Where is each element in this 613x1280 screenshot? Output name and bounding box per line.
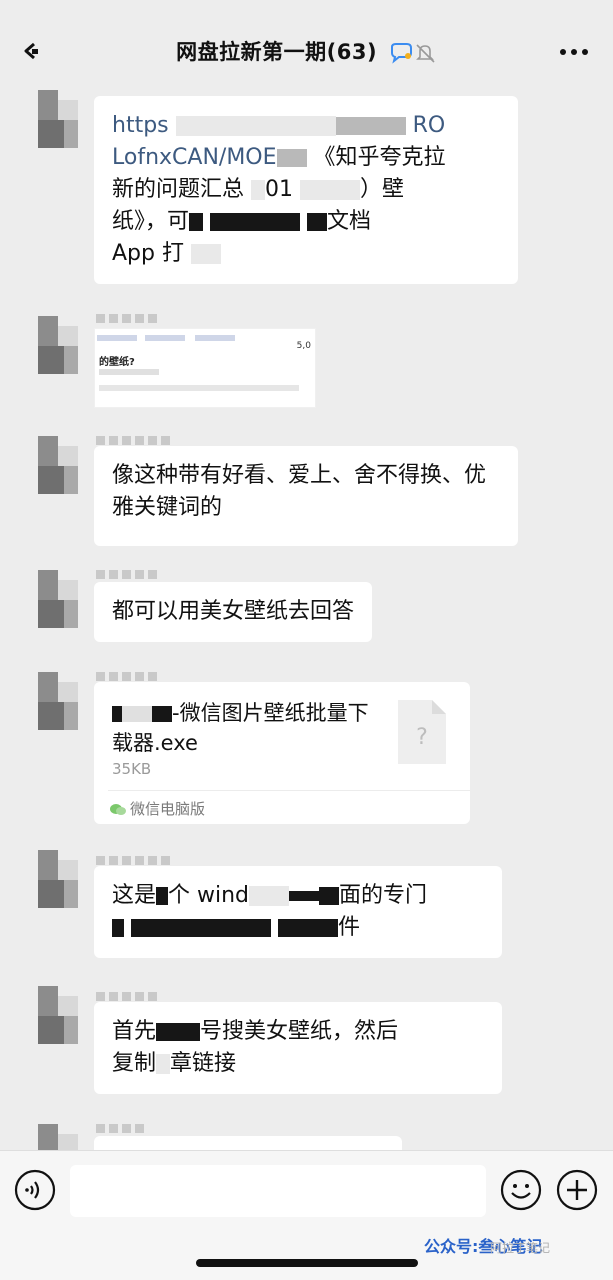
sender-name-blurred	[96, 430, 174, 445]
message-text: 都可以用美女壁纸去回答	[112, 599, 355, 624]
message-text-line2-tail: 章链接	[170, 1051, 237, 1076]
doc-title-num: 01	[265, 177, 294, 202]
divider	[108, 790, 470, 791]
doc-title-mid: 新的问题汇总	[112, 177, 245, 202]
message-text: 像这种带有好看、爱上、舍不得换、优雅关键词的	[112, 463, 487, 520]
image-number-text: 5,0	[296, 341, 311, 351]
emoji-icon[interactable]	[500, 1169, 542, 1211]
watermark-subtext: 阿拉丁笔记	[490, 1241, 551, 1255]
message-text-line2: 件	[338, 915, 361, 940]
link-text-tail[interactable]: RO	[413, 113, 446, 138]
voice-icon[interactable]	[14, 1169, 56, 1211]
avatar[interactable]	[38, 316, 78, 374]
message-text-line2: 复制	[112, 1051, 157, 1076]
avatar[interactable]	[38, 1124, 78, 1150]
doc-desc-end: App 打	[112, 241, 184, 266]
message-input[interactable]	[70, 1165, 486, 1217]
file-source: 微信电脑版	[110, 798, 205, 819]
doc-desc: 纸》，可	[112, 209, 190, 234]
sender-name-blurred	[96, 666, 161, 681]
message-bubble[interactable]	[94, 1136, 402, 1150]
more-icon[interactable]	[557, 40, 591, 64]
message-bubble[interactable]: 都可以用美女壁纸去回答	[94, 582, 373, 642]
doc-title-start: 《知乎夸克拉	[313, 145, 446, 170]
link-text-2[interactable]: LofnxCAN/MOE	[112, 145, 277, 170]
message-text-start: 首先	[112, 1019, 157, 1044]
file-icon: ?	[398, 700, 446, 764]
avatar[interactable]	[38, 672, 78, 730]
wechat-icon	[110, 803, 126, 815]
file-name: -微信图片壁纸批量下载器.exe	[112, 698, 382, 758]
chat-header: 网盘拉新第一期(63)	[0, 0, 613, 82]
sender-name-blurred	[96, 986, 161, 1001]
avatar[interactable]	[38, 570, 78, 628]
image-message[interactable]: 的壁纸? 5,0	[94, 328, 316, 408]
plus-icon[interactable]	[556, 1169, 598, 1211]
message-list[interactable]: https RO LofnxCAN/MOE 《知乎夸克拉 新的问题汇总 01 ）…	[0, 82, 613, 1150]
mute-bell-icon	[415, 44, 435, 63]
link-text[interactable]: https	[112, 113, 169, 138]
avatar[interactable]	[38, 850, 78, 908]
sender-name-blurred	[96, 308, 161, 323]
file-message-card[interactable]: -微信图片壁纸批量下载器.exe 35KB ? 微信电脑版	[94, 682, 470, 824]
file-icon-glyph: ?	[416, 725, 428, 750]
doc-title-end: ）壁	[360, 177, 405, 202]
avatar[interactable]	[38, 436, 78, 494]
message-link-bubble[interactable]: https RO LofnxCAN/MOE 《知乎夸克拉 新的问题汇总 01 ）…	[94, 96, 518, 284]
sender-name-blurred	[96, 850, 174, 865]
file-size: 35KB	[112, 760, 152, 778]
message-text-mid: 个 wind	[168, 883, 250, 908]
message-text-start: 这是	[112, 883, 157, 908]
message-bubble[interactable]: 首先 号搜美女壁纸，然后 复制 章链接	[94, 1002, 502, 1094]
input-bar: 公众号:叁心笔记 阿拉丁笔记	[0, 1150, 613, 1280]
message-text-tail: 面的专门	[339, 883, 428, 908]
chat-bubble-icon	[390, 43, 435, 64]
message-bubble[interactable]: 这是个 wind 面的专门 件	[94, 866, 502, 958]
message-bubble[interactable]: 像这种带有好看、爱上、舍不得换、优雅关键词的	[94, 446, 518, 546]
chat-title-text: 网盘拉新第一期(63)	[176, 40, 378, 64]
sender-name-blurred	[96, 564, 161, 579]
avatar[interactable]	[38, 90, 78, 148]
file-source-text: 微信电脑版	[130, 800, 206, 818]
message-text-mid: 号搜	[200, 1019, 245, 1044]
message-text-tail: 美女壁纸，然后	[244, 1019, 399, 1044]
chat-title: 网盘拉新第一期(63)	[0, 36, 613, 66]
home-indicator	[196, 1259, 418, 1267]
sender-name-blurred	[96, 1118, 148, 1133]
image-title-text: 的壁纸?	[99, 357, 135, 368]
avatar[interactable]	[38, 986, 78, 1044]
doc-desc-tail: 文档	[327, 209, 372, 234]
